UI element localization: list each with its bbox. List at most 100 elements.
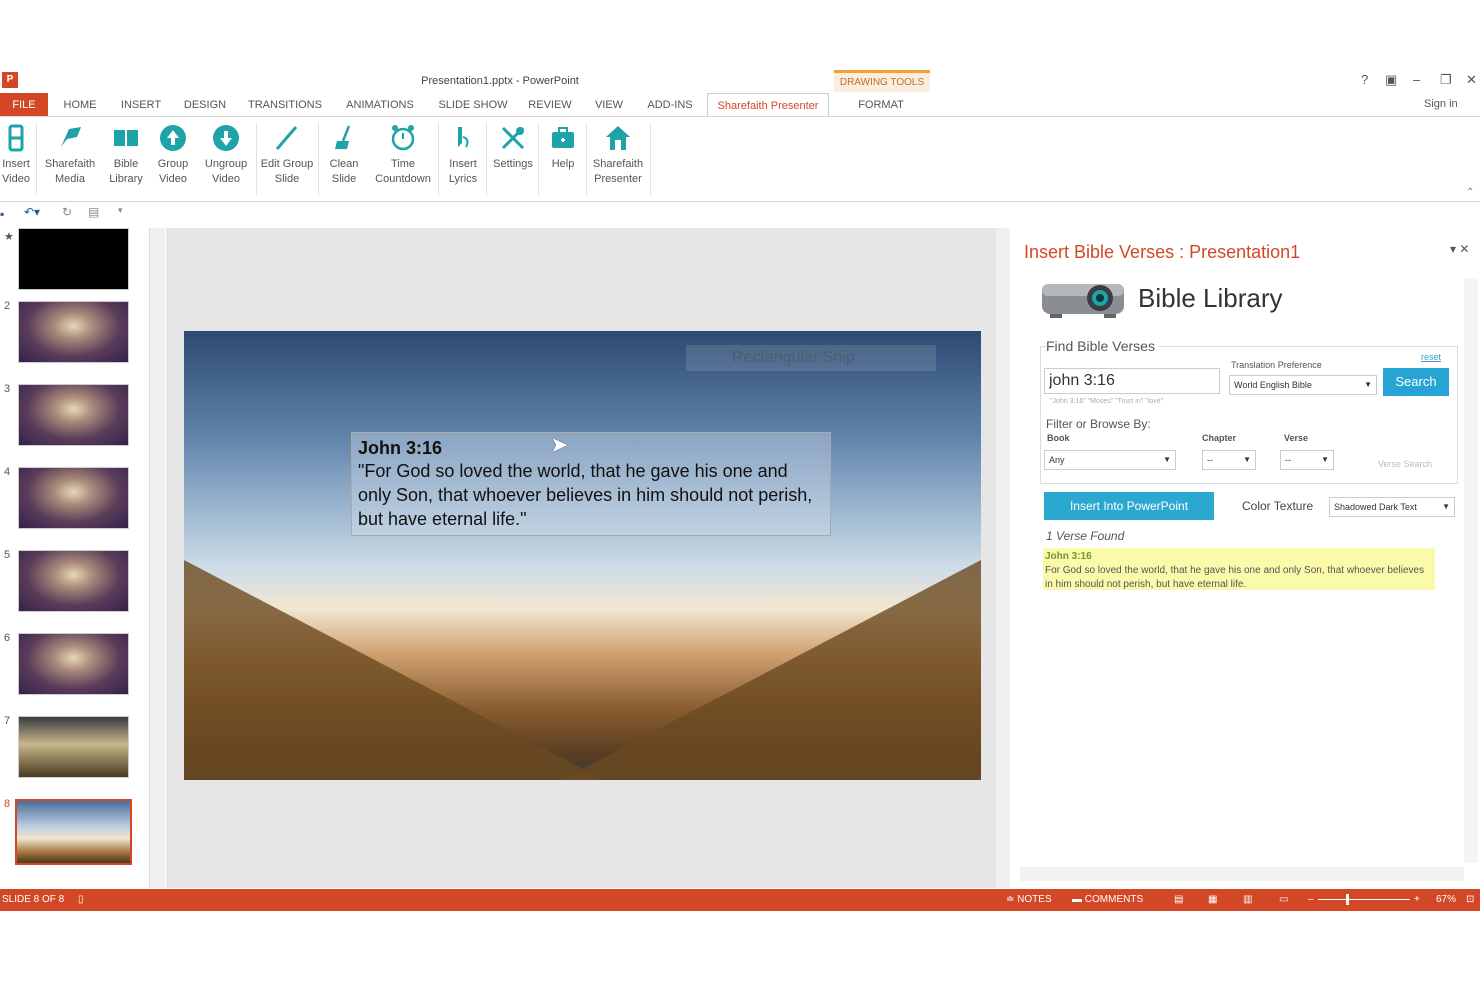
- restore-icon[interactable]: ❐: [1440, 72, 1452, 88]
- tab-transitions[interactable]: TRANSITIONS: [244, 93, 326, 117]
- bible-library-button[interactable]: Bible Library: [104, 123, 148, 187]
- help-button[interactable]: ?: [1361, 72, 1368, 87]
- tab-review[interactable]: REVIEW: [522, 93, 578, 117]
- ribbon-separator: [486, 123, 487, 195]
- book-select[interactable]: Any ▼: [1044, 450, 1176, 470]
- sign-in-link[interactable]: Sign in: [1424, 98, 1458, 110]
- sharefaith-presenter-icon: [606, 126, 630, 150]
- notes-button[interactable]: ≐ NOTES: [1006, 894, 1052, 905]
- tab-design[interactable]: DESIGN: [178, 93, 232, 117]
- verse-search-link[interactable]: Verse Search: [1378, 459, 1432, 469]
- time-countdown-icon: [391, 125, 415, 151]
- task-pane-close-icon[interactable]: ▾ ✕: [1450, 242, 1469, 256]
- color-texture-select[interactable]: Shadowed Dark Text ▼: [1329, 497, 1455, 517]
- group-video-button[interactable]: Group Video: [152, 123, 194, 187]
- comments-button[interactable]: ▬ COMMENTS: [1072, 894, 1143, 905]
- time-countdown-button[interactable]: Time Countdown: [370, 123, 436, 187]
- reset-link[interactable]: reset: [1421, 352, 1441, 362]
- bible-library-icon: [114, 130, 138, 146]
- save-icon[interactable]: ▪: [0, 207, 4, 221]
- tab-format[interactable]: FORMAT: [842, 93, 920, 117]
- normal-view-icon[interactable]: ▤: [1174, 894, 1183, 905]
- zoom-level[interactable]: 67%: [1436, 894, 1456, 905]
- search-button[interactable]: Search: [1383, 368, 1449, 396]
- ribbon-display-options-icon[interactable]: ▣: [1385, 72, 1397, 88]
- slide-scrollbar[interactable]: [996, 228, 1010, 888]
- clean-slide-button[interactable]: Clean Slide: [322, 123, 366, 187]
- tab-add-ins[interactable]: ADD-INS: [640, 93, 700, 117]
- slide-thumbnail-1[interactable]: [18, 228, 129, 290]
- group-video-icon: [160, 125, 186, 151]
- slide-sorter-icon[interactable]: ▦: [1208, 894, 1217, 905]
- ribbon-separator: [438, 123, 439, 195]
- tab-view[interactable]: VIEW: [588, 93, 630, 117]
- slide-thumbnail-7[interactable]: [18, 716, 129, 778]
- insert-into-powerpoint-button[interactable]: Insert Into PowerPoint: [1044, 492, 1214, 520]
- slide-show-icon[interactable]: ▭: [1279, 894, 1288, 905]
- slide-thumbnail-4[interactable]: [18, 467, 129, 529]
- thumbnail-number: 2: [4, 300, 11, 312]
- task-pane-horizontal-scrollbar[interactable]: [1020, 867, 1464, 881]
- tab-file[interactable]: FILE: [0, 93, 48, 117]
- redo-icon[interactable]: ↻: [62, 205, 72, 219]
- slide-count: SLIDE 8 OF 8: [2, 894, 65, 905]
- translation-preference-label: Translation Preference: [1231, 360, 1322, 370]
- verse-result[interactable]: John 3:16 For God so loved the world, th…: [1043, 548, 1435, 590]
- help-ribbon-button[interactable]: Help: [542, 123, 584, 172]
- slide-thumbnail-5[interactable]: [18, 550, 129, 612]
- minimize-icon[interactable]: –: [1413, 72, 1420, 87]
- help-icon: [552, 127, 574, 148]
- verse-select[interactable]: -- ▼: [1280, 450, 1334, 470]
- book-label: Book: [1047, 433, 1070, 443]
- zoom-slider-thumb[interactable]: [1346, 894, 1349, 905]
- current-slide[interactable]: [184, 331, 981, 780]
- close-icon[interactable]: ✕: [1466, 72, 1477, 88]
- translation-select[interactable]: World English Bible ▼: [1229, 375, 1377, 395]
- task-pane-vertical-scrollbar[interactable]: [1464, 278, 1478, 863]
- zoom-in-icon[interactable]: +: [1414, 894, 1420, 905]
- zoom-out-icon[interactable]: –: [1308, 894, 1314, 905]
- start-from-beginning-icon[interactable]: ▤: [88, 205, 99, 219]
- undo-icon[interactable]: ↶▾: [24, 205, 40, 219]
- zoom-slider[interactable]: [1318, 899, 1410, 900]
- mountain-left: [184, 560, 604, 780]
- tab-sharefaith-presenter[interactable]: Sharefaith Presenter: [707, 93, 829, 117]
- result-reference: John 3:16: [1045, 551, 1092, 562]
- insert-video-button[interactable]: Insert Video: [0, 123, 32, 187]
- customize-toolbar-icon[interactable]: ▾: [118, 205, 123, 216]
- insert-lyrics-button[interactable]: Insert Lyrics: [442, 123, 484, 187]
- sharefaith-presenter-button[interactable]: Sharefaith Presenter: [588, 123, 648, 187]
- thumbnail-number: 6: [4, 632, 11, 644]
- bible-library-title: Bible Library: [1138, 283, 1283, 313]
- reading-view-icon[interactable]: ▥: [1243, 894, 1252, 905]
- settings-icon: [501, 126, 525, 150]
- verse-search-input[interactable]: [1044, 368, 1220, 394]
- ungroup-video-button[interactable]: Ungroup Video: [198, 123, 254, 187]
- ribbon-separator: [538, 123, 539, 195]
- edit-group-slide-button[interactable]: Edit Group Slide: [258, 123, 316, 187]
- sharefaith-media-icon: [61, 127, 81, 147]
- thumbnails-scrollbar[interactable]: [149, 228, 165, 888]
- sharefaith-media-button[interactable]: Sharefaith Media: [40, 123, 100, 187]
- fit-slide-icon[interactable]: ⊡: [1466, 894, 1474, 905]
- slide-thumbnail-2[interactable]: [18, 301, 129, 363]
- thumbnail-number: 7: [4, 715, 11, 727]
- collapse-ribbon-icon[interactable]: ⌃: [1466, 187, 1474, 198]
- drawing-tools-label: DRAWING TOOLS: [834, 70, 930, 92]
- tab-animations[interactable]: ANIMATIONS: [338, 93, 422, 117]
- ungroup-video-icon: [213, 125, 239, 151]
- thumbnail-number: 8: [4, 798, 11, 810]
- chapter-select[interactable]: -- ▼: [1202, 450, 1256, 470]
- tab-home[interactable]: HOME: [56, 93, 104, 117]
- slide-thumbnail-8-selected[interactable]: [15, 799, 132, 865]
- slide-thumbnail-3[interactable]: [18, 384, 129, 446]
- quick-access-toolbar: ▪ ↶▾ ↻ ▤ ▾: [0, 205, 140, 225]
- ribbon-tabs: FILE HOME INSERT DESIGN TRANSITIONS ANIM…: [0, 93, 1480, 117]
- tab-insert[interactable]: INSERT: [114, 93, 168, 117]
- ribbon-separator: [318, 123, 319, 195]
- tab-slide-show[interactable]: SLIDE SHOW: [434, 93, 512, 117]
- spell-check-icon[interactable]: ▯: [78, 894, 84, 905]
- settings-button[interactable]: Settings: [490, 123, 536, 172]
- slide-thumbnail-6[interactable]: [18, 633, 129, 695]
- verse-text-box[interactable]: John 3:16 "For God so loved the world, t…: [351, 432, 831, 536]
